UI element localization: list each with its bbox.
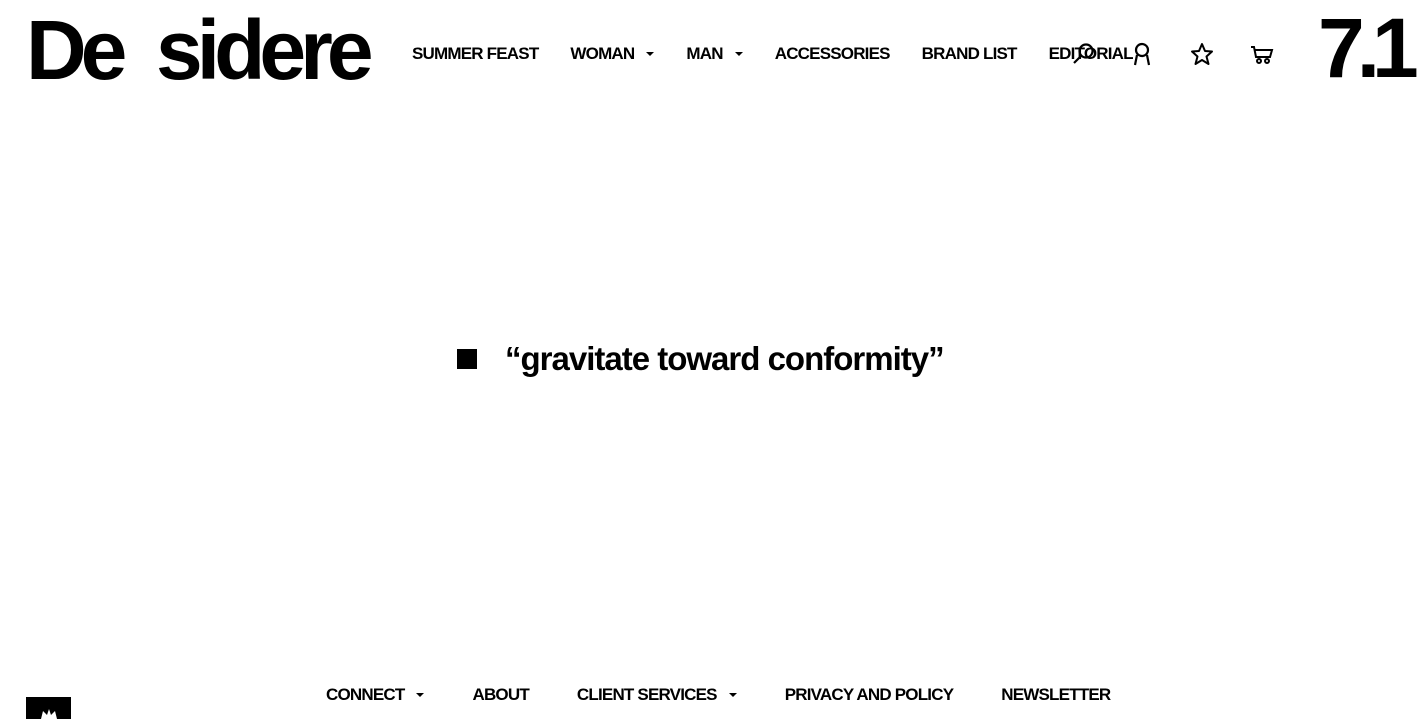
nav-item-label: BRAND LIST — [921, 44, 1018, 63]
nav-item-label: ACCESSORIES — [774, 44, 891, 63]
caret-down-icon — [646, 52, 655, 56]
caret-down-icon — [416, 693, 425, 697]
site-logo[interactable]: De sidere — [26, 8, 374, 92]
crown-icon[interactable] — [26, 697, 71, 719]
caret-down-icon — [728, 693, 737, 697]
search-icon[interactable] — [1071, 41, 1097, 67]
footer-item-label: CONNECT — [326, 685, 405, 704]
footer-item-label: PRIVACY AND POLICY — [784, 685, 954, 704]
footer-item-label: ABOUT — [472, 685, 529, 704]
nav-item-summer-feast[interactable]: SUMMER FEAST — [412, 44, 539, 64]
nav-item-brand-list[interactable]: BRAND LIST — [921, 44, 1018, 64]
nav-item-man[interactable]: MAN — [686, 44, 743, 64]
main-nav: SUMMER FEAST WOMAN MAN ACCESSORIES BRAND… — [412, 44, 1165, 64]
nav-item-label: SUMMER FEAST — [412, 44, 539, 63]
footer-nav: CONNECT ABOUT CLIENT SERVICES PRIVACY AN… — [326, 685, 1158, 705]
footer-item-label: CLIENT SERVICES — [576, 685, 718, 704]
footer-item-about[interactable]: ABOUT — [472, 685, 529, 705]
caret-down-icon — [734, 52, 743, 56]
nav-item-label: MAN — [686, 44, 723, 63]
quote-text: “gravitate toward conformity” — [505, 340, 945, 377]
square-bullet-icon — [457, 349, 477, 369]
nav-item-label: WOMAN — [570, 44, 635, 63]
quote-block: “gravitate toward conformity” — [457, 340, 945, 378]
footer-item-connect[interactable]: CONNECT — [326, 685, 425, 705]
footer-item-label: NEWSLETTER — [1001, 685, 1111, 704]
season-badge: 7.1 — [1318, 1, 1418, 95]
cart-icon[interactable] — [1249, 41, 1275, 67]
nav-item-accessories[interactable]: ACCESSORIES — [774, 44, 891, 64]
footer-item-newsletter[interactable]: NEWSLETTER — [1001, 685, 1111, 705]
nav-item-woman[interactable]: WOMAN — [570, 44, 655, 64]
page: De sidere SUMMER FEAST WOMAN MAN ACCESSO… — [0, 0, 1418, 719]
footer-item-privacy-policy[interactable]: PRIVACY AND POLICY — [785, 685, 954, 705]
account-icon[interactable] — [1129, 41, 1155, 67]
footer-item-client-services[interactable]: CLIENT SERVICES — [577, 685, 737, 705]
wishlist-star-icon[interactable] — [1189, 41, 1215, 67]
